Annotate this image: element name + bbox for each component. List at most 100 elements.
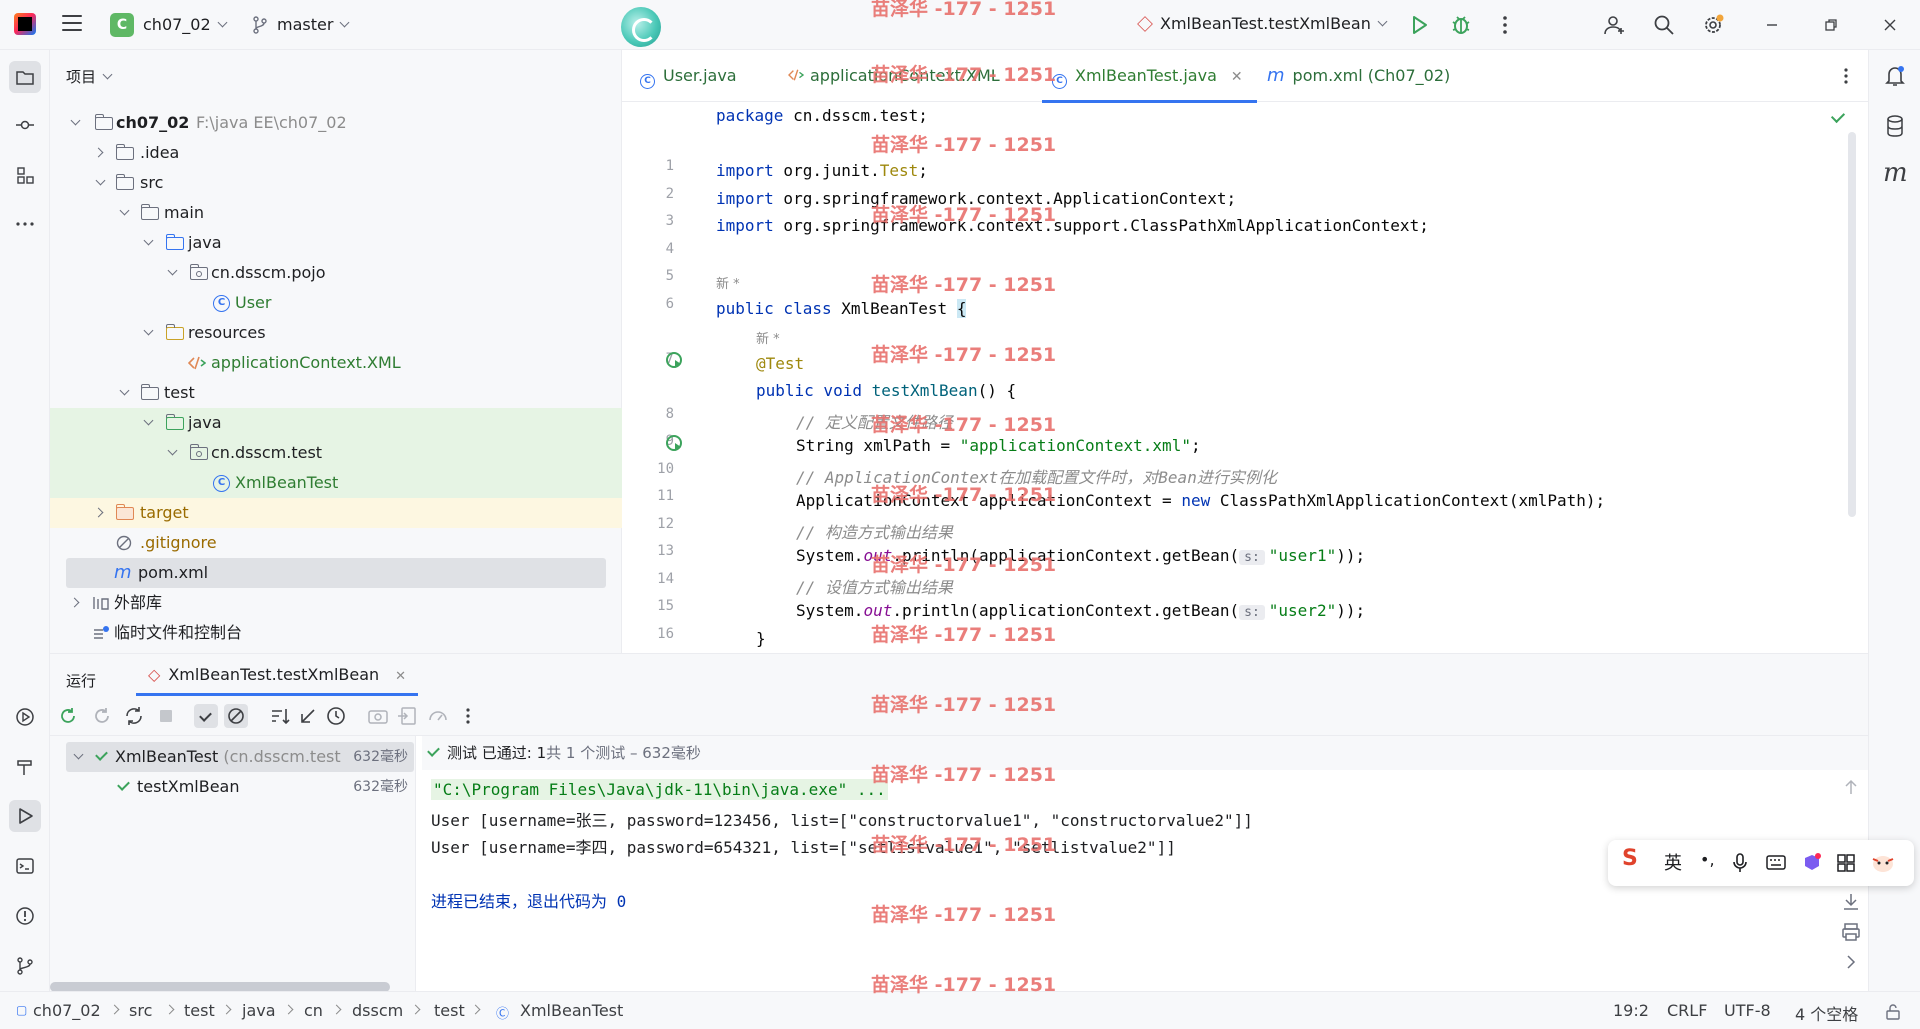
code-line[interactable]: } xyxy=(756,629,766,651)
console-line[interactable]: "C:\Program Files\Java\jdk-11\bin\java.e… xyxy=(431,779,888,800)
console-line[interactable]: 进程已结束，退出代码为 0 xyxy=(431,888,626,912)
notifications-icon[interactable] xyxy=(1884,64,1906,88)
breadcrumb-item[interactable]: test xyxy=(434,1001,465,1020)
rerun-icon[interactable] xyxy=(56,704,80,728)
tree-row-xmlbeantest[interactable]: C XmlBeanTest xyxy=(50,468,622,498)
code-line[interactable]: public void testXmlBean() { xyxy=(756,381,1016,400)
more-tools-button[interactable] xyxy=(9,208,41,240)
editor-scrollbar[interactable] xyxy=(1848,132,1856,517)
chevron-down-icon[interactable] xyxy=(142,228,156,258)
tree-row-main-java[interactable]: java xyxy=(50,228,622,258)
code-line[interactable]: import org.springframework.context.suppo… xyxy=(716,216,1429,235)
breadcrumb-item[interactable]: java xyxy=(242,1001,276,1020)
author-hint[interactable]: 新 * xyxy=(716,273,740,292)
read-only-lock-icon[interactable] xyxy=(1884,1003,1902,1021)
breadcrumb-item[interactable]: dsscm xyxy=(352,1001,403,1020)
code-line[interactable]: public class XmlBeanTest { xyxy=(716,299,967,318)
project-tool-button[interactable] xyxy=(9,61,41,93)
tree-row-pojo-package[interactable]: cn.dsscm.pojo xyxy=(50,258,622,288)
author-hint[interactable]: 新 * xyxy=(756,328,780,347)
toolbox-icon[interactable] xyxy=(1836,853,1856,873)
chevron-down-icon[interactable] xyxy=(94,168,108,198)
close-icon[interactable] xyxy=(1880,15,1900,35)
mascot-icon[interactable] xyxy=(1870,851,1896,875)
tree-row-resources[interactable]: resources xyxy=(50,318,622,348)
microphone-icon[interactable] xyxy=(1732,852,1748,874)
test-suite-row[interactable]: XmlBeanTest (cn.dsscm.test 632毫秒 xyxy=(66,742,414,772)
close-tab-icon[interactable]: ✕ xyxy=(1231,69,1243,85)
tree-row-gitignore[interactable]: .gitignore xyxy=(50,528,622,558)
chevron-down-icon[interactable] xyxy=(69,108,83,138)
services-tool-button[interactable] xyxy=(9,701,41,733)
console-line[interactable]: User [username=张三, password=123456, list… xyxy=(431,807,1253,831)
tree-row-main[interactable]: main xyxy=(50,198,622,228)
tree-row-user-class[interactable]: C User xyxy=(50,288,622,318)
import-tests-icon[interactable] xyxy=(396,704,420,728)
breadcrumb-item[interactable]: ch07_02 xyxy=(33,1001,101,1020)
toggle-auto-test-icon[interactable] xyxy=(122,704,146,728)
code-line[interactable]: System.out.println(applicationContext.ge… xyxy=(796,601,1365,620)
restore-icon[interactable] xyxy=(1821,15,1841,35)
terminal-tool-button[interactable] xyxy=(9,850,41,882)
settings-gear-icon[interactable] xyxy=(1700,12,1726,38)
run-class-gutter-icon[interactable] xyxy=(666,352,682,368)
history-icon[interactable] xyxy=(324,704,348,728)
coverage-icon[interactable] xyxy=(426,704,450,728)
breadcrumb-item[interactable]: src xyxy=(129,1001,152,1020)
chevron-right-icon[interactable] xyxy=(70,588,84,618)
rerun-failed-icon[interactable] xyxy=(90,704,114,728)
chevron-down-icon[interactable] xyxy=(142,318,156,348)
line-separator[interactable]: CRLF xyxy=(1667,1001,1707,1020)
tab-application-context[interactable]: applicationContext.XML xyxy=(788,50,1000,102)
keyboard-icon[interactable] xyxy=(1766,854,1786,872)
screenshot-icon[interactable] xyxy=(366,704,390,728)
tree-row-pom[interactable]: m pom.xml xyxy=(66,558,606,588)
print-icon[interactable] xyxy=(1840,921,1862,943)
tree-row-src[interactable]: src xyxy=(50,168,622,198)
add-user-icon[interactable] xyxy=(1602,12,1628,38)
debug-icon[interactable] xyxy=(1448,12,1474,38)
code-line[interactable]: package cn.dsscm.test; xyxy=(716,106,928,125)
chevron-down-icon[interactable] xyxy=(166,438,180,468)
code-line[interactable]: // ApplicationContext在加载配置文件时，对Bean进行实例化 xyxy=(796,464,1277,488)
chevron-down-icon[interactable] xyxy=(166,258,180,288)
tree-row-external-libs[interactable]: 外部库 xyxy=(50,588,622,618)
chevron-right-icon[interactable] xyxy=(94,498,108,528)
structure-tool-button[interactable] xyxy=(9,159,41,191)
close-tab-icon[interactable]: ✕ xyxy=(395,669,406,684)
project-panel-header[interactable]: 项目 xyxy=(66,66,113,87)
code-line[interactable]: // 设值方式输出结果 xyxy=(796,574,953,598)
code-line[interactable]: System.out.println(applicationContext.ge… xyxy=(796,546,1365,565)
code-line[interactable]: @Test xyxy=(756,354,804,373)
database-icon[interactable] xyxy=(1884,114,1906,138)
run-test-gutter-icon[interactable] xyxy=(666,435,682,451)
chevron-down-icon[interactable] xyxy=(72,742,86,772)
tab-user-java[interactable]: C User.java xyxy=(640,50,737,102)
test-case-row[interactable]: testXmlBean 632毫秒 xyxy=(66,772,414,802)
main-menu-icon[interactable] xyxy=(62,15,82,33)
run-tool-button[interactable] xyxy=(9,800,41,832)
breadcrumb-item[interactable]: cn xyxy=(304,1001,323,1020)
tree-row-idea[interactable]: .idea xyxy=(50,138,622,168)
tree-row-application-context[interactable]: applicationContext.XML xyxy=(50,348,622,378)
breadcrumb-item[interactable]: XmlBeanTest xyxy=(520,1001,623,1020)
tree-row-target[interactable]: target xyxy=(50,498,622,528)
code-line[interactable]: String xmlPath = "applicationContext.xml… xyxy=(796,436,1201,455)
sort-icon[interactable] xyxy=(268,704,292,728)
tab-xmlbeantest-java[interactable]: C XmlBeanTest.java ✕ xyxy=(1042,50,1257,103)
chevron-down-icon[interactable] xyxy=(142,408,156,438)
project-switcher[interactable]: ch07_02 xyxy=(143,15,228,34)
search-icon[interactable] xyxy=(1651,12,1677,38)
chevron-right-icon[interactable] xyxy=(94,138,108,168)
caret-position[interactable]: 19:2 xyxy=(1613,1001,1649,1020)
run-config-selector[interactable]: XmlBeanTest.testXmlBean xyxy=(1137,14,1388,33)
code-line[interactable]: // 构造方式输出结果 xyxy=(796,519,953,543)
more-vertical-icon[interactable] xyxy=(1492,12,1518,38)
minimize-icon[interactable] xyxy=(1762,15,1782,35)
chevron-down-icon[interactable] xyxy=(118,378,132,408)
stop-icon[interactable] xyxy=(154,704,178,728)
ai-assistant-icon[interactable] xyxy=(621,7,661,47)
git-tool-button[interactable] xyxy=(9,950,41,982)
problems-tool-button[interactable] xyxy=(9,900,41,932)
collapse-all-icon[interactable] xyxy=(296,704,320,728)
